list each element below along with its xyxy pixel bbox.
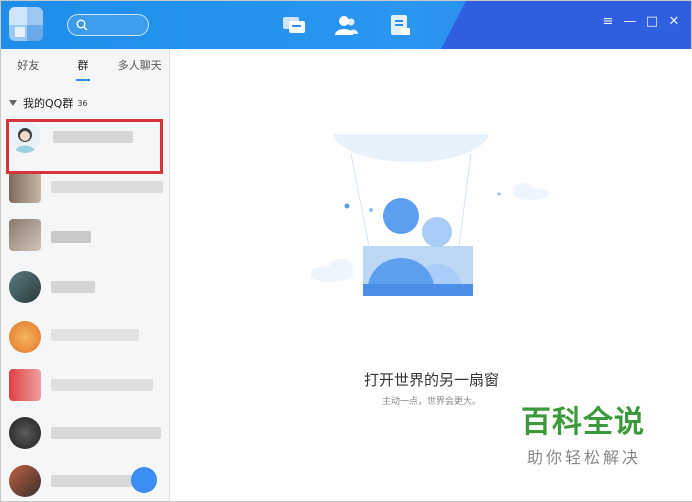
chevron-down-icon (9, 100, 17, 106)
group-avatar (9, 171, 41, 203)
menu-icon[interactable]: ≡ (601, 15, 615, 29)
group-count: 36 (77, 98, 88, 108)
list-item[interactable] (1, 211, 169, 259)
group-avatar (9, 219, 41, 251)
group-avatar (9, 465, 41, 497)
blurred-name (51, 281, 95, 293)
blurred-name (51, 475, 133, 487)
watermark-slogan: 助你轻松解决 (527, 448, 642, 467)
contacts-sidebar: 好友 群 多人聊天 我的QQ群 36 (1, 49, 170, 501)
maximize-icon[interactable]: □ (645, 15, 659, 29)
balloon-illustration (311, 134, 549, 296)
blurred-name (51, 181, 163, 193)
blurred-name (51, 231, 91, 243)
watermark: 百科全说 助你轻松解决 (521, 406, 645, 468)
space-icon[interactable] (387, 13, 413, 37)
contacts-icon[interactable] (333, 13, 359, 37)
message-icon[interactable] (281, 13, 307, 37)
blurred-name (51, 379, 153, 391)
group-avatar (9, 321, 41, 353)
user-avatar[interactable] (9, 7, 43, 41)
list-item[interactable] (1, 409, 169, 457)
contact-tabs: 好友 群 多人聊天 (1, 49, 169, 83)
qq-window: ≡ — □ ✕ 好友 群 多人聊天 我的QQ群 36 打开世界的另一扇窗 主动一… (0, 0, 692, 502)
group-avatar (9, 417, 41, 449)
list-item[interactable] (1, 361, 169, 409)
group-section-header[interactable]: 我的QQ群 36 (9, 95, 88, 111)
blurred-name (51, 427, 161, 439)
close-icon[interactable]: ✕ (667, 15, 681, 29)
tab-groups[interactable]: 群 (56, 49, 111, 83)
group-avatar (9, 271, 41, 303)
group-section-label: 我的QQ群 (23, 97, 74, 110)
page-title: 打开世界的另一扇窗 (363, 371, 499, 389)
highlight-box (6, 119, 163, 174)
list-item[interactable] (1, 263, 169, 311)
list-item[interactable] (1, 313, 169, 361)
tab-multi-chat[interactable]: 多人聊天 (110, 49, 169, 83)
watermark-title: 百科全说 (521, 405, 645, 440)
minimize-icon[interactable]: — (623, 15, 637, 29)
title-bar: ≡ — □ ✕ (1, 1, 691, 49)
blurred-name (51, 329, 139, 341)
group-avatar (9, 369, 41, 401)
tab-friends[interactable]: 好友 (1, 49, 56, 83)
floating-button[interactable] (131, 467, 157, 493)
search-input[interactable] (67, 14, 149, 36)
search-icon (76, 19, 88, 31)
